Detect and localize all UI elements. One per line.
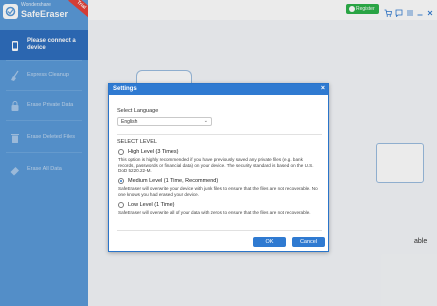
- cancel-button[interactable]: Cancel: [292, 237, 325, 247]
- option-title-low: Low Level (1 Time): [128, 202, 175, 208]
- option-desc-high: This option is highly recommended if you…: [118, 157, 314, 174]
- option-desc-medium: SafeEraser will overwrite your device wi…: [118, 186, 318, 197]
- language-label: Select Language: [117, 108, 159, 114]
- divider: [117, 134, 322, 135]
- dialog-title: Settings: [113, 86, 137, 92]
- radio-low-level[interactable]: [118, 202, 124, 208]
- option-desc-low: SafeEraser will overwrite all of your da…: [118, 210, 311, 215]
- dialog-titlebar: Settings ×: [109, 84, 328, 95]
- ok-button[interactable]: OK: [253, 237, 286, 247]
- radio-high-level[interactable]: [118, 149, 124, 155]
- divider: [117, 230, 322, 231]
- level-label: SELECT LEVEL: [117, 139, 157, 145]
- close-icon[interactable]: ×: [321, 85, 325, 92]
- chevron-down-icon: ⌄: [203, 118, 208, 124]
- language-value: English: [121, 119, 138, 125]
- option-title-medium: Medium Level (1 Time, Recommend): [128, 178, 219, 184]
- option-title-high: High Level (3 Times): [128, 149, 179, 155]
- language-select[interactable]: English ⌄: [117, 117, 212, 126]
- settings-dialog: Settings × Select Language English ⌄ SEL…: [108, 83, 329, 252]
- radio-medium-level[interactable]: [118, 178, 124, 184]
